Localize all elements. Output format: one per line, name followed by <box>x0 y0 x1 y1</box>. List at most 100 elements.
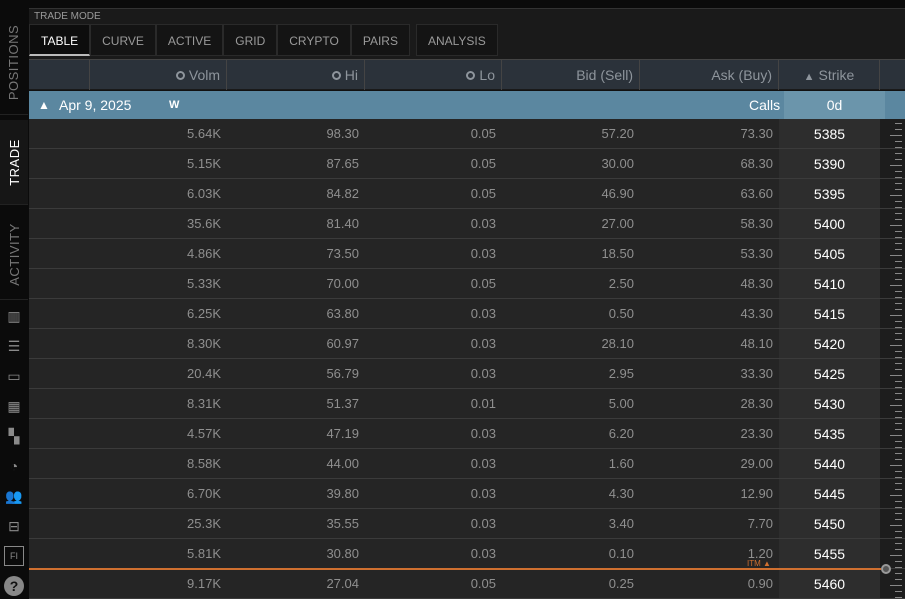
cell-strike[interactable]: 5445 <box>779 479 880 508</box>
cell-ask[interactable]: 53.30 <box>640 239 779 268</box>
cell-low[interactable]: 0.03 <box>365 299 502 328</box>
column-header-strike[interactable]: ▲ Strike <box>779 60 880 90</box>
table-row[interactable]: 8.58K 44.00 0.03 1.60 29.00 5440 <box>29 449 905 479</box>
strike-scale[interactable] <box>880 119 905 148</box>
tab-grid[interactable]: GRID <box>223 24 278 56</box>
cell-low[interactable]: 0.05 <box>365 569 502 598</box>
expiry-group-row[interactable]: ▲ Apr 9, 2025 W Calls 0d <box>29 90 905 119</box>
cell-strike[interactable]: 5400 <box>779 209 880 238</box>
cell-strike[interactable]: 5385 <box>779 119 880 148</box>
strike-scale[interactable] <box>880 299 905 328</box>
cell-high[interactable]: 44.00 <box>227 449 365 478</box>
column-options-icon[interactable] <box>331 71 341 80</box>
cell-high[interactable]: 81.40 <box>227 209 365 238</box>
tab-pairs[interactable]: PAIRS <box>350 24 410 56</box>
cell-bid[interactable]: 4.30 <box>502 479 640 508</box>
cell-strike[interactable]: 5405 <box>779 239 880 268</box>
cell-bid[interactable]: 3.40 <box>502 509 640 538</box>
cell-bid[interactable]: 2.95 <box>502 359 640 388</box>
table-row[interactable]: 5.33K 70.00 0.05 2.50 48.30 5410 <box>29 269 905 299</box>
table-row[interactable]: 20.4K 56.79 0.03 2.95 33.30 5425 <box>29 359 905 389</box>
column-header-lo[interactable]: Lo <box>365 60 502 90</box>
cell-volume[interactable]: 20.4K <box>90 359 227 388</box>
cell-low[interactable]: 0.05 <box>365 269 502 298</box>
table-row[interactable]: 8.31K 51.37 0.01 5.00 28.30 5430 <box>29 389 905 419</box>
strike-scale[interactable] <box>880 209 905 238</box>
cell-ask[interactable]: 68.30 <box>640 149 779 178</box>
tab-table[interactable]: TABLE <box>29 24 91 56</box>
cell-bid[interactable]: 0.10 <box>502 539 640 568</box>
cell-ask[interactable]: 73.30 <box>640 119 779 148</box>
strike-scale[interactable] <box>880 449 905 478</box>
cell-strike[interactable]: 5435 <box>779 419 880 448</box>
cell-ask[interactable]: 23.30 <box>640 419 779 448</box>
list-icon[interactable]: ☰ <box>4 336 24 356</box>
table-row[interactable]: 6.70K 39.80 0.03 4.30 12.90 5445 <box>29 479 905 509</box>
cell-volume[interactable]: 9.17K <box>90 569 227 598</box>
strike-scale[interactable] <box>880 479 905 508</box>
cell-high[interactable]: 39.80 <box>227 479 365 508</box>
cell-strike[interactable]: 5440 <box>779 449 880 478</box>
column-header-hi[interactable]: Hi <box>227 60 365 90</box>
cell-low[interactable]: 0.03 <box>365 479 502 508</box>
cell-low[interactable]: 0.03 <box>365 359 502 388</box>
tv-icon[interactable]: ▭ <box>4 366 24 386</box>
table-row[interactable]: 8.30K 60.97 0.03 28.10 48.10 5420 <box>29 329 905 359</box>
cell-low[interactable]: 0.01 <box>365 389 502 418</box>
sidebar-tab-trade[interactable]: TRADE <box>0 120 28 205</box>
cell-high[interactable]: 60.97 <box>227 329 365 358</box>
cell-strike[interactable]: 5430 <box>779 389 880 418</box>
table-row[interactable]: 5.81K 30.80 0.03 0.10 1.20 5455 <box>29 539 905 569</box>
cell-low[interactable]: 0.03 <box>365 419 502 448</box>
column-options-icon[interactable] <box>175 71 185 80</box>
cell-bid[interactable]: 28.10 <box>502 329 640 358</box>
cell-ask[interactable]: 33.30 <box>640 359 779 388</box>
cell-volume[interactable]: 25.3K <box>90 509 227 538</box>
column-header-bid-sell[interactable]: Bid (Sell) <box>502 60 640 90</box>
cell-low[interactable]: 0.03 <box>365 539 502 568</box>
cell-high[interactable]: 70.00 <box>227 269 365 298</box>
strike-scale[interactable] <box>880 239 905 268</box>
cell-strike[interactable]: 5410 <box>779 269 880 298</box>
strike-scale[interactable] <box>880 389 905 418</box>
cell-bid[interactable]: 5.00 <box>502 389 640 418</box>
cell-bid[interactable]: 2.50 <box>502 269 640 298</box>
table-row[interactable]: 4.57K 47.19 0.03 6.20 23.30 5435 <box>29 419 905 449</box>
scale-handle[interactable] <box>881 564 891 574</box>
cell-ask[interactable]: 28.30 <box>640 389 779 418</box>
cell-bid[interactable]: 27.00 <box>502 209 640 238</box>
cell-ask[interactable]: 43.30 <box>640 299 779 328</box>
cell-strike[interactable]: 5395 <box>779 179 880 208</box>
strike-scale[interactable] <box>880 329 905 358</box>
cell-ask[interactable]: 48.30 <box>640 269 779 298</box>
cell-high[interactable]: 51.37 <box>227 389 365 418</box>
cell-volume[interactable]: 6.70K <box>90 479 227 508</box>
chart-book-icon[interactable]: ▥ <box>4 306 24 326</box>
cell-strike[interactable]: 5455 <box>779 539 880 568</box>
cell-bid[interactable]: 30.00 <box>502 149 640 178</box>
sidebar-tab-positions[interactable]: POSITIONS <box>0 10 28 115</box>
cell-volume[interactable]: 6.03K <box>90 179 227 208</box>
cell-high[interactable]: 73.50 <box>227 239 365 268</box>
cell-strike[interactable]: 5425 <box>779 359 880 388</box>
fi-icon[interactable]: FI <box>4 546 24 566</box>
table-row[interactable]: 4.86K 73.50 0.03 18.50 53.30 5405 <box>29 239 905 269</box>
cell-volume[interactable]: 8.30K <box>90 329 227 358</box>
cell-high[interactable]: 56.79 <box>227 359 365 388</box>
sidebar-tab-activity[interactable]: ACTIVITY <box>0 210 28 300</box>
cell-high[interactable]: 63.80 <box>227 299 365 328</box>
strike-scale[interactable] <box>880 179 905 208</box>
cell-low[interactable]: 0.03 <box>365 329 502 358</box>
cell-low[interactable]: 0.05 <box>365 179 502 208</box>
clock-refresh-icon[interactable]: ◔ <box>4 456 24 476</box>
cell-high[interactable]: 30.80 <box>227 539 365 568</box>
table-row[interactable]: 6.25K 63.80 0.03 0.50 43.30 5415 <box>29 299 905 329</box>
cell-high[interactable]: 84.82 <box>227 179 365 208</box>
cell-bid[interactable]: 0.25 <box>502 569 640 598</box>
column-header-volm[interactable]: Volm <box>90 60 227 90</box>
cell-ask[interactable]: 29.00 <box>640 449 779 478</box>
cell-ask[interactable]: 63.60 <box>640 179 779 208</box>
calendar-return-icon[interactable]: ⊟ <box>4 516 24 536</box>
cell-bid[interactable]: 57.20 <box>502 119 640 148</box>
cell-low[interactable]: 0.05 <box>365 149 502 178</box>
